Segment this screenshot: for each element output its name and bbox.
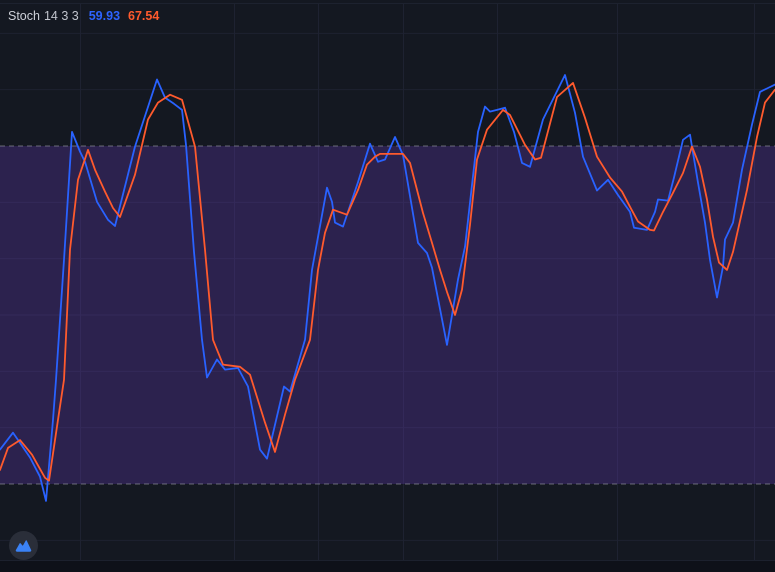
time-axis-strip bbox=[0, 560, 775, 572]
stoch-indicator-pane[interactable]: Stoch 14 3 3 59.93 67.54 bbox=[0, 0, 775, 572]
k-value: 59.93 bbox=[88, 9, 121, 23]
indicator-legend[interactable]: Stoch 14 3 3 59.93 67.54 bbox=[8, 8, 159, 24]
stoch-chart-canvas[interactable] bbox=[0, 0, 775, 572]
indicator-params: 14 3 3 bbox=[43, 9, 79, 23]
stoch-band bbox=[0, 146, 775, 484]
d-value: 67.54 bbox=[128, 9, 160, 23]
indicator-pane-button[interactable] bbox=[9, 531, 38, 560]
indicator-title: Stoch bbox=[8, 9, 40, 23]
area-chart-icon bbox=[15, 540, 32, 552]
pane-divider bbox=[0, 3, 775, 4]
